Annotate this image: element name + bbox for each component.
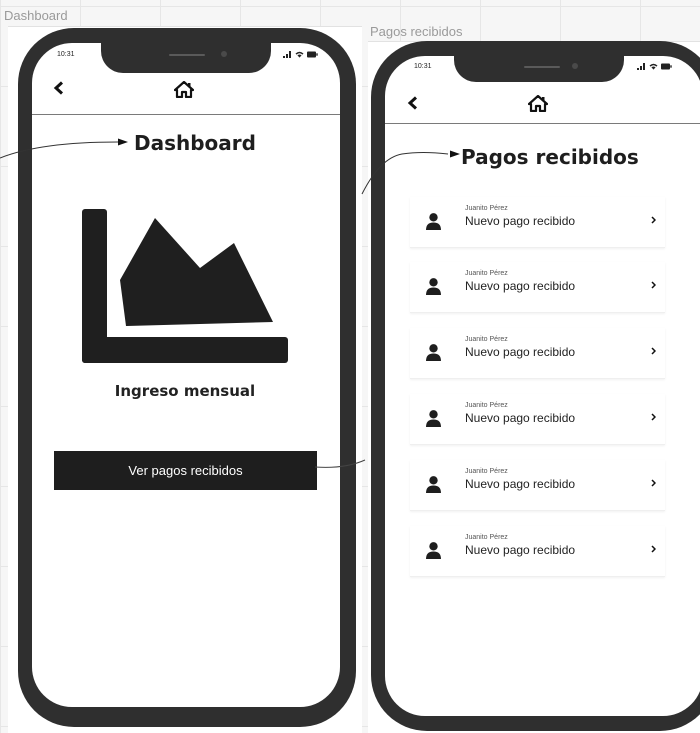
chevron-right-icon: [651, 545, 656, 553]
list-item[interactable]: Juanito Pérez Nuevo pago recibido: [410, 328, 665, 379]
user-icon: [426, 213, 441, 230]
user-icon: [426, 344, 441, 361]
artboard-label-dashboard: Dashboard: [4, 8, 68, 23]
payment-message: Nuevo pago recibido: [465, 543, 576, 557]
payment-message: Nuevo pago recibido: [465, 279, 576, 293]
chevron-right-icon: [651, 216, 656, 224]
phone-notch: [101, 43, 271, 73]
page-title: Pagos recibidos: [461, 145, 639, 169]
payment-sender: Juanito Pérez: [465, 336, 508, 343]
list-item[interactable]: Juanito Pérez Nuevo pago recibido: [410, 460, 665, 511]
status-icons: [637, 63, 672, 70]
payment-sender: Juanito Pérez: [465, 402, 508, 409]
chevron-left-icon[interactable]: [407, 96, 419, 110]
wifi-icon: [649, 63, 658, 70]
payment-message: Nuevo pago recibido: [465, 411, 576, 425]
payment-message: Nuevo pago recibido: [465, 477, 576, 491]
user-icon: [426, 278, 441, 295]
phone-notch: [454, 56, 624, 82]
chevron-left-icon[interactable]: [53, 81, 65, 95]
home-icon[interactable]: [528, 95, 548, 112]
area-chart-icon: [82, 209, 288, 363]
list-item[interactable]: Juanito Pérez Nuevo pago recibido: [410, 394, 665, 445]
user-icon: [426, 476, 441, 493]
payment-sender: Juanito Pérez: [465, 534, 508, 541]
payment-sender: Juanito Pérez: [465, 468, 508, 475]
signal-icon: [637, 63, 645, 70]
speaker-grille: [524, 66, 560, 68]
user-icon: [426, 542, 441, 559]
home-icon[interactable]: [174, 81, 194, 98]
front-camera: [221, 51, 227, 57]
payment-message: Nuevo pago recibido: [465, 214, 576, 228]
chevron-right-icon: [651, 281, 656, 289]
phone-frame-pagos: 10:31 Pagos recibidos Juanito Pérez Nuev…: [371, 41, 700, 731]
chevron-right-icon: [651, 413, 656, 421]
artboard-label-pagos: Pagos recibidos: [370, 24, 463, 39]
chevron-right-icon: [651, 347, 656, 355]
status-time: 10:31: [414, 63, 432, 70]
payment-message: Nuevo pago recibido: [465, 345, 576, 359]
payments-list: Juanito Pérez Nuevo pago recibido Juanit…: [410, 197, 665, 597]
flow-connector-arrow: [0, 138, 128, 159]
flow-connector-line: [314, 459, 366, 468]
user-icon: [426, 410, 441, 427]
signal-icon: [283, 51, 291, 58]
status-time: 10:31: [57, 51, 75, 58]
speaker-grille: [169, 54, 205, 56]
chart-caption: Ingreso mensual: [114, 382, 256, 400]
list-item[interactable]: Juanito Pérez Nuevo pago recibido: [410, 526, 665, 577]
wifi-icon: [295, 51, 304, 58]
battery-icon: [661, 63, 672, 70]
view-payments-button[interactable]: Ver pagos recibidos: [54, 451, 317, 490]
phone-frame-dashboard: 10:31 Dashboard Ingreso mensual Ver pago…: [18, 28, 356, 727]
battery-icon: [307, 51, 318, 58]
list-item[interactable]: Juanito Pérez Nuevo pago recibido: [410, 262, 665, 313]
front-camera: [572, 63, 578, 69]
flow-connector-arrow: [361, 150, 460, 195]
status-icons: [283, 51, 318, 58]
payment-sender: Juanito Pérez: [465, 270, 508, 277]
page-title: Dashboard: [134, 131, 256, 155]
chevron-right-icon: [651, 479, 656, 487]
payment-sender: Juanito Pérez: [465, 205, 508, 212]
